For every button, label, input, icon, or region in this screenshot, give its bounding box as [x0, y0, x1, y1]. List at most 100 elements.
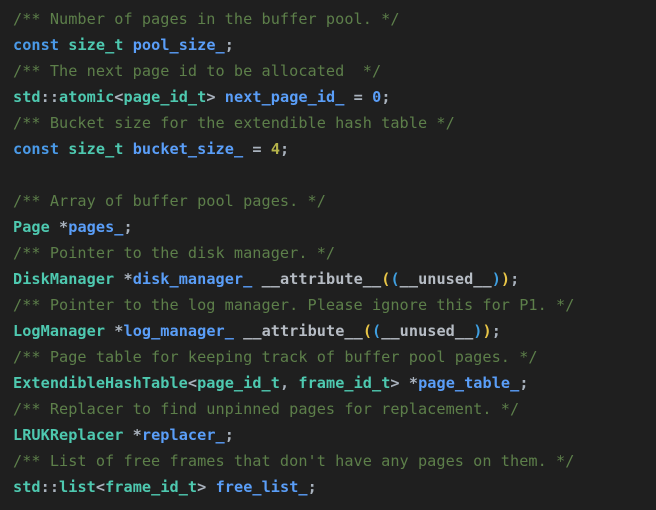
code-token-punct: *	[123, 270, 133, 288]
code-token-punct: ::	[40, 88, 60, 106]
code-token-keyword: const	[13, 140, 60, 158]
code-token-number-alt: 4	[270, 140, 281, 158]
code-token-ident: bucket_size_	[132, 140, 244, 158]
code-token-comment: /** Replacer to find unpinned pages for …	[13, 400, 520, 418]
code-token-type: list	[59, 478, 96, 496]
code-token-punct: =	[353, 88, 363, 106]
code-token-punct: =	[252, 140, 262, 158]
code-token-macro: __attribute__	[243, 322, 363, 340]
code-line[interactable]: /** Pointer to the disk manager. */	[13, 240, 656, 266]
code-line[interactable]: /** List of free frames that don't have …	[13, 448, 656, 474]
code-content[interactable]: /** Number of pages in the buffer pool. …	[13, 6, 656, 500]
code-token-bracket2: )	[473, 322, 483, 340]
code-token-type: size_t	[68, 36, 124, 54]
code-token-bracket1: )	[500, 270, 511, 288]
code-token-macro: __unused__	[399, 270, 492, 288]
code-token-bracket2: (	[390, 270, 400, 288]
code-line[interactable]: ExtendibleHashTable<page_id_t, frame_id_…	[13, 370, 656, 396]
code-token-punct: <	[187, 374, 198, 392]
code-line[interactable]: /** The next page id to be allocated */	[13, 58, 656, 84]
code-token-ident: pool_size_	[132, 36, 225, 54]
code-token-type: std	[13, 88, 41, 106]
code-line[interactable]: DiskManager *disk_manager_ __attribute__…	[13, 266, 656, 292]
code-token-punct: >	[197, 478, 207, 496]
code-token-punct: ;	[123, 218, 133, 236]
code-token-type: frame_id_t	[105, 478, 198, 496]
code-token-ident: disk_manager_	[132, 270, 253, 288]
code-token-type: LRUKReplacer	[13, 426, 124, 444]
code-token-punct: ;	[381, 88, 391, 106]
code-token-type: frame_id_t	[298, 374, 391, 392]
code-token-punct: *	[59, 218, 69, 236]
code-token-type: page_id_t	[197, 374, 280, 392]
code-token-punct: ;	[510, 270, 520, 288]
code-line[interactable]: /** Array of buffer pool pages. */	[13, 188, 656, 214]
code-token-type: std	[13, 478, 41, 496]
code-token-type: LogManager	[13, 322, 106, 340]
code-token-macro: __attribute__	[261, 270, 382, 288]
code-line[interactable]: /** Replacer to find unpinned pages for …	[13, 396, 656, 422]
code-token-type: Page	[13, 218, 50, 236]
code-token-ident: pages_	[68, 218, 124, 236]
code-line[interactable]: LogManager *log_manager_ __attribute__((…	[13, 318, 656, 344]
code-line[interactable]: const size_t bucket_size_ = 4;	[13, 136, 656, 162]
code-line[interactable]: const size_t pool_size_;	[13, 32, 656, 58]
code-token-bracket2: )	[491, 270, 501, 288]
code-line[interactable]: /** Bucket size for the extendible hash …	[13, 110, 656, 136]
code-token-type: ExtendibleHashTable	[13, 374, 188, 392]
code-token-comment: /** List of free frames that don't have …	[13, 452, 575, 470]
code-line[interactable]: /** Pointer to the log manager. Please i…	[13, 292, 656, 318]
code-token-bracket1: (	[362, 322, 373, 340]
code-line[interactable]: /** Page table for keeping track of buff…	[13, 344, 656, 370]
code-line[interactable]: LRUKReplacer *replacer_;	[13, 422, 656, 448]
code-line[interactable]: Page *pages_;	[13, 214, 656, 240]
code-editor-viewport[interactable]: /** Number of pages in the buffer pool. …	[0, 0, 656, 510]
code-token-punct: ;	[491, 322, 501, 340]
code-token-keyword: const	[13, 36, 60, 54]
code-token-punct: *	[132, 426, 142, 444]
code-token-type: page_id_t	[123, 88, 207, 106]
code-token-punct: ;	[280, 140, 290, 158]
code-token-punct: <	[95, 478, 106, 496]
code-token-type: atomic	[59, 88, 115, 106]
code-token-punct: ;	[519, 374, 529, 392]
code-token-macro: __unused__	[381, 322, 474, 340]
code-line[interactable]: std::atomic<page_id_t> next_page_id_ = 0…	[13, 84, 656, 110]
code-token-punct: >	[206, 88, 216, 106]
code-token-type: size_t	[68, 140, 124, 158]
code-token-comment: /** Array of buffer pool pages. */	[13, 192, 326, 210]
code-token-number: 0	[372, 88, 382, 106]
code-token-comment: /** Pointer to the disk manager. */	[13, 244, 336, 262]
code-token-punct: ,	[279, 374, 290, 392]
code-line[interactable]: /** Number of pages in the buffer pool. …	[13, 6, 656, 32]
code-token-bracket1: )	[482, 322, 492, 340]
code-line[interactable]: std::list<frame_id_t> free_list_;	[13, 474, 656, 500]
code-token-ident: next_page_id_	[224, 88, 345, 106]
code-token-type: DiskManager	[13, 270, 115, 288]
code-token-ident: page_table_	[418, 374, 520, 392]
code-token-comment: /** Pointer to the log manager. Please i…	[13, 296, 575, 314]
code-token-comment: /** Number of pages in the buffer pool. …	[13, 10, 400, 28]
code-token-ident: replacer_	[141, 426, 225, 444]
code-token-punct: <	[114, 88, 124, 106]
code-token-punct: >	[390, 374, 400, 392]
code-line[interactable]	[13, 162, 656, 188]
code-token-punct: ;	[307, 478, 317, 496]
code-token-bracket2: (	[372, 322, 382, 340]
